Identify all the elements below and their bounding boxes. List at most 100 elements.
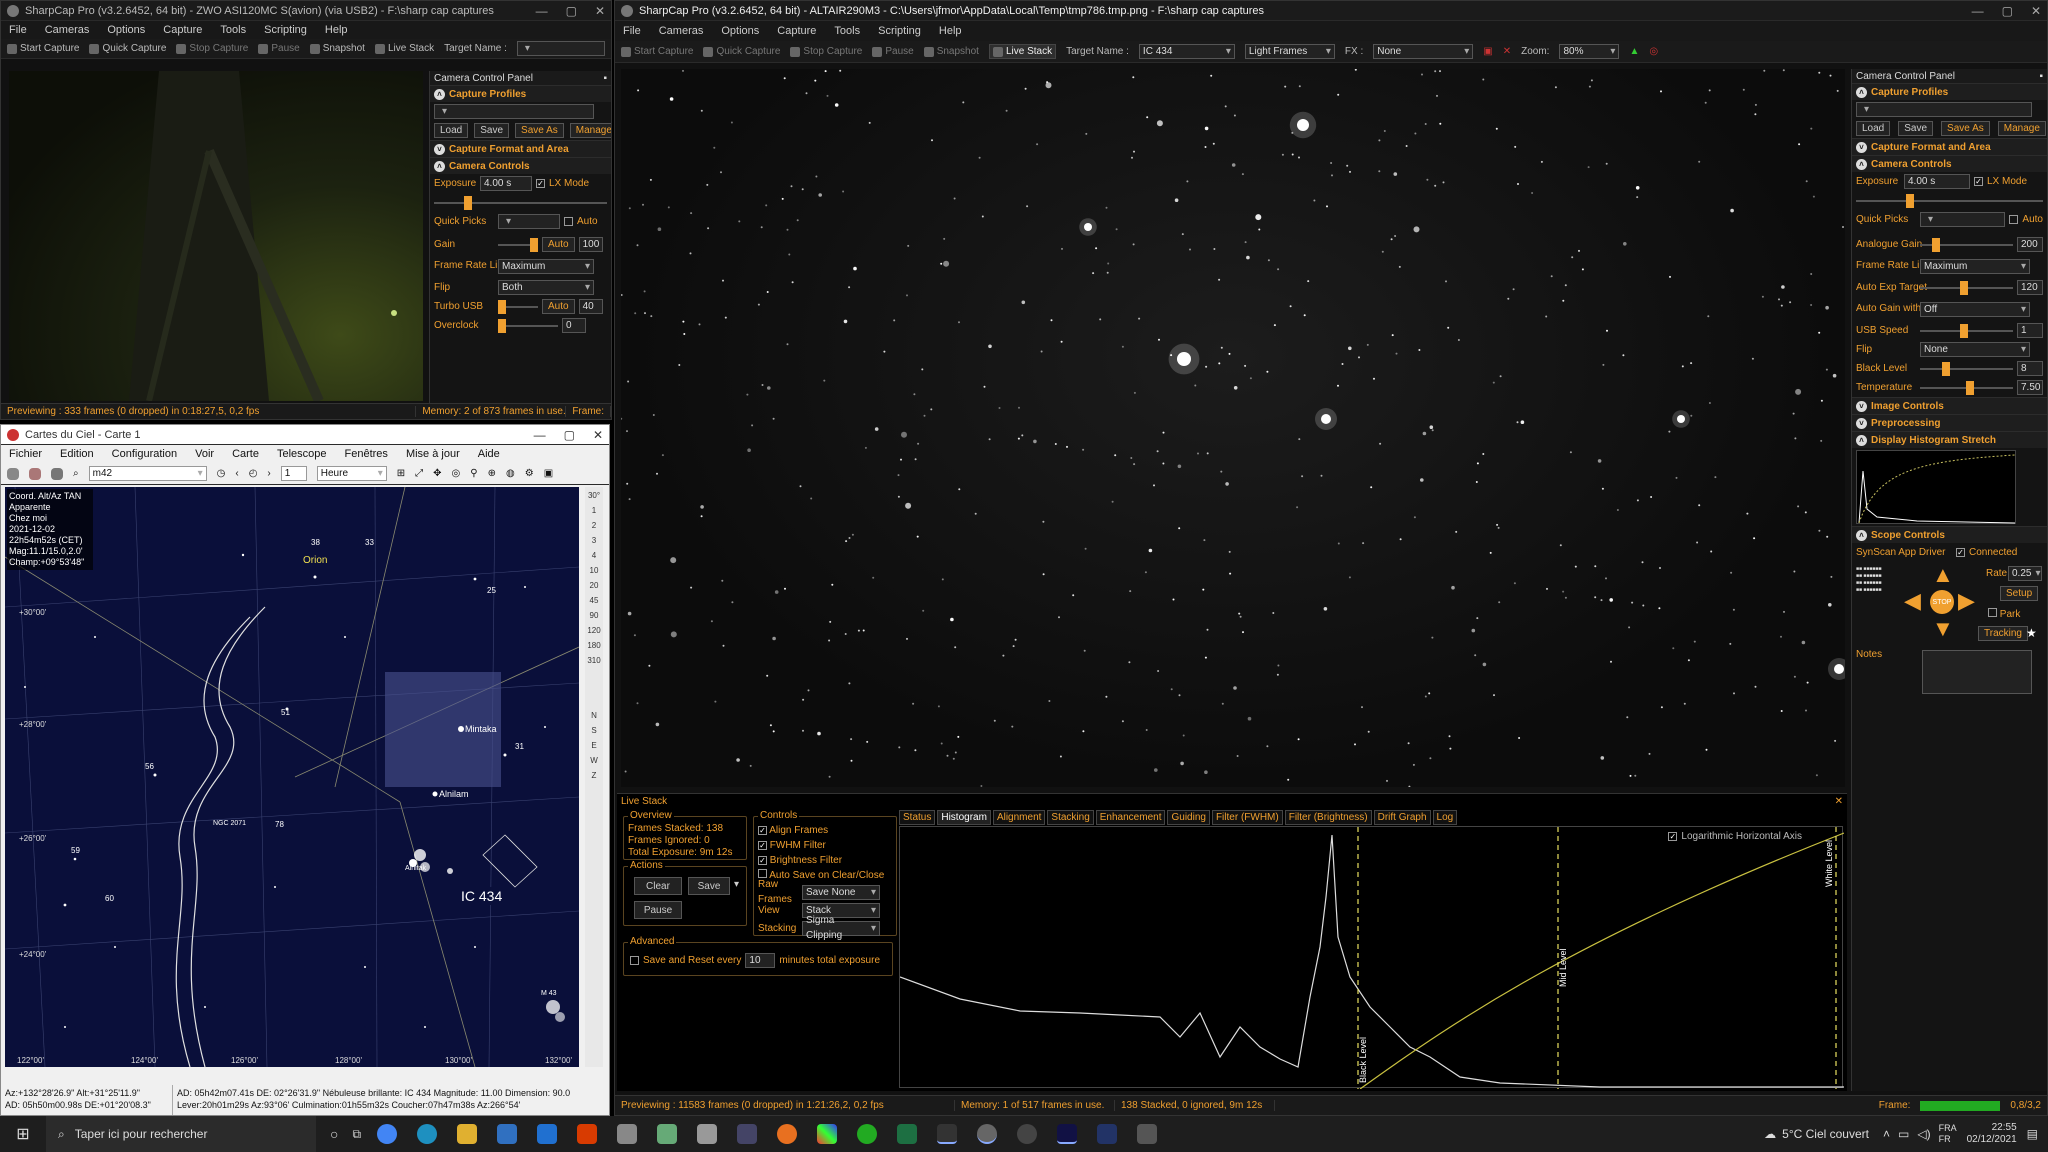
- fov-20[interactable]: 20: [590, 581, 599, 590]
- menu-tools[interactable]: Tools: [220, 24, 246, 36]
- quick-capture-button[interactable]: Quick Capture: [89, 43, 166, 54]
- live-stack-button[interactable]: Live Stack: [374, 43, 434, 54]
- volume-icon[interactable]: ◁): [1917, 1127, 1930, 1141]
- quick-picks-select[interactable]: [1920, 212, 2006, 227]
- stack-histogram[interactable]: Black Level Mid Level White Level ✓ Logar…: [899, 826, 1845, 1090]
- star-icon[interactable]: ★: [2026, 626, 2037, 640]
- sky-map-canvas[interactable]: 38 33 25 51 56 59 60 31 78 Orion Mintaka…: [5, 487, 579, 1067]
- quick-capture-button[interactable]: Quick Capture: [703, 46, 780, 57]
- exposure-slider[interactable]: [1856, 193, 2043, 208]
- fx-select[interactable]: None: [1373, 44, 1474, 59]
- flip-select[interactable]: None: [1920, 342, 2030, 357]
- menu-cameras[interactable]: Cameras: [45, 24, 90, 36]
- tray-up-icon[interactable]: ˄: [1883, 1127, 1890, 1141]
- capture-profiles-section[interactable]: ˄ Capture Profiles: [1852, 83, 2047, 100]
- menu-file[interactable]: File: [623, 25, 641, 37]
- app-icon[interactable]: [1137, 1124, 1158, 1144]
- arrow-down-icon[interactable]: ▼: [1932, 616, 1954, 642]
- rate-select[interactable]: 0.25: [2008, 566, 2042, 581]
- camera-controls-section[interactable]: ˄ Camera Controls: [430, 157, 611, 174]
- stop-button[interactable]: STOP: [1930, 590, 1954, 614]
- minimize-icon[interactable]: —: [536, 4, 548, 18]
- grid-icon[interactable]: ⊞: [397, 468, 405, 479]
- collapse-icon[interactable]: ˄: [1856, 529, 1867, 541]
- collapse-icon[interactable]: ˄: [434, 88, 445, 100]
- time-unit-select[interactable]: Heure: [316, 466, 387, 481]
- save-button[interactable]: Save: [688, 877, 730, 895]
- stacking-select[interactable]: Sigma Clipping: [802, 915, 880, 941]
- menu-fenetres[interactable]: Fenêtres: [345, 448, 388, 460]
- save-dropdown-icon[interactable]: ▾: [734, 879, 739, 890]
- fov-10[interactable]: 10: [590, 566, 599, 575]
- load-button[interactable]: Load: [434, 123, 469, 138]
- target-name-input[interactable]: IC 434: [1138, 44, 1235, 59]
- menu-fichier[interactable]: Fichier: [9, 448, 42, 460]
- minimize-icon[interactable]: —: [1972, 4, 1984, 18]
- live-stack-button[interactable]: Live Stack: [988, 44, 1057, 59]
- save-button[interactable]: Save: [1898, 121, 1934, 136]
- menu-help[interactable]: Help: [939, 25, 962, 37]
- collapse-icon[interactable]: ˄: [1856, 158, 1867, 170]
- collapse-icon[interactable]: ˄: [1856, 434, 1867, 446]
- eq-icon[interactable]: ⊕: [488, 468, 496, 479]
- raw-frames-select[interactable]: Save None: [802, 884, 880, 900]
- app-icon[interactable]: [1097, 1124, 1118, 1144]
- menu-options[interactable]: Options: [107, 24, 145, 36]
- stop-capture-button[interactable]: Stop Capture: [176, 43, 248, 54]
- brightness-filter-checkbox[interactable]: ✓ Brightness Filter: [758, 853, 892, 868]
- cortana-icon[interactable]: ○: [330, 1126, 338, 1142]
- minimize-icon[interactable]: —: [534, 428, 546, 442]
- menu-aide[interactable]: Aide: [478, 448, 500, 460]
- tracking-button[interactable]: Tracking: [1978, 626, 2028, 641]
- firefox-icon[interactable]: [777, 1124, 798, 1144]
- app-icon[interactable]: [817, 1124, 838, 1144]
- maximize-icon[interactable]: ▢: [564, 428, 575, 442]
- language-indicator[interactable]: FRA FR: [1939, 1123, 1957, 1145]
- tab-stacking[interactable]: Stacking: [1047, 810, 1094, 825]
- auto-exp-slider[interactable]: [1920, 280, 2013, 295]
- notes-input[interactable]: [1922, 650, 2032, 694]
- store-icon[interactable]: [497, 1124, 518, 1144]
- fov-1[interactable]: 1: [592, 506, 596, 515]
- expand-icon[interactable]: ˅: [434, 143, 445, 155]
- menu-capture[interactable]: Capture: [777, 25, 816, 37]
- usb-speed-input[interactable]: 1: [2017, 323, 2043, 338]
- exposure-slider[interactable]: [434, 195, 607, 210]
- menu-scripting[interactable]: Scripting: [878, 25, 921, 37]
- catalog-icon[interactable]: [29, 467, 41, 480]
- auto-checkbox[interactable]: [564, 217, 573, 226]
- menu-options[interactable]: Options: [721, 25, 759, 37]
- view-w[interactable]: W: [590, 756, 598, 765]
- auto-exp-input[interactable]: 120: [2017, 280, 2043, 295]
- app-icon[interactable]: [857, 1124, 878, 1144]
- menu-help[interactable]: Help: [325, 24, 348, 36]
- tab-histogram[interactable]: Histogram: [937, 810, 991, 825]
- pause-button[interactable]: Pause: [872, 46, 914, 57]
- search-icon[interactable]: ⌕: [73, 468, 79, 479]
- arrow-up-icon[interactable]: ▲: [1932, 562, 1954, 588]
- manage-button[interactable]: Manage: [569, 123, 611, 138]
- calendar-icon[interactable]: [7, 467, 19, 480]
- histogram-plot[interactable]: Black Level Mid Level White Level: [899, 827, 1845, 1090]
- window-controls[interactable]: — ▢ ✕: [536, 4, 605, 18]
- menu-telescope[interactable]: Telescope: [277, 448, 327, 460]
- sky-map[interactable]: 38 33 25 51 56 59 60 31 78 Orion Mintaka…: [5, 487, 579, 1067]
- log-axis-checkbox[interactable]: ✓ Logarithmic Horizontal Axis: [1668, 831, 1802, 842]
- snapshot-button[interactable]: Snapshot: [923, 46, 979, 57]
- menu-carte[interactable]: Carte: [232, 448, 259, 460]
- overclock-input[interactable]: 0: [562, 318, 586, 333]
- capture-profiles-section[interactable]: ˄ Capture Profiles: [430, 85, 611, 102]
- notifications-icon[interactable]: ▤: [2027, 1127, 2038, 1141]
- gain-slider[interactable]: [1920, 237, 2013, 252]
- tab-filter-fwhm[interactable]: Filter (FWHM): [1211, 810, 1283, 825]
- align-frames-checkbox[interactable]: ✓ Align Frames: [758, 823, 892, 838]
- expand-icon[interactable]: ˅: [1856, 141, 1867, 153]
- fov-30[interactable]: 30°: [588, 491, 600, 500]
- close-icon[interactable]: ✕: [593, 428, 603, 442]
- move-icon[interactable]: ✥: [433, 468, 441, 479]
- tab-alignment[interactable]: Alignment: [992, 810, 1046, 825]
- menu-configuration[interactable]: Configuration: [112, 448, 177, 460]
- profile-select[interactable]: [1856, 102, 2032, 117]
- weather-text[interactable]: 5°C Ciel couvert: [1782, 1127, 1869, 1141]
- snapshot-button[interactable]: Snapshot: [309, 43, 365, 54]
